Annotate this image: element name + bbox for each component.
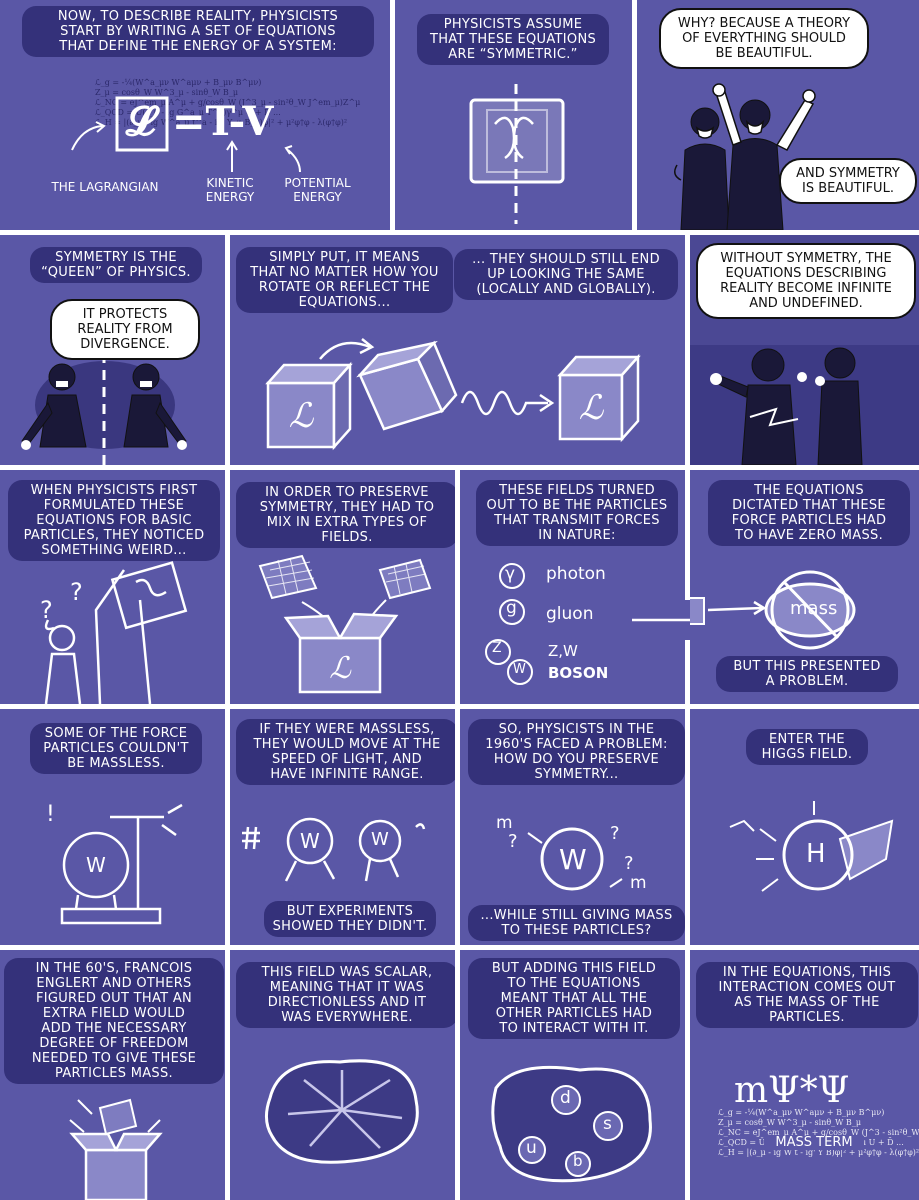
panel-18-caption: In the equations, this interaction comes…	[696, 962, 918, 1028]
lagrangian-arrow-box	[632, 618, 690, 622]
w-particle-center: W	[559, 843, 587, 876]
svg-text:?: ?	[610, 823, 620, 844]
gluon-label: gluon	[546, 604, 594, 624]
panel-englert: In the 60's, Francois Englert and others…	[0, 950, 225, 1200]
w-particle-running: W	[300, 829, 320, 853]
panel-queen-of-physics: Symmetry is the “queen” of physics. It p…	[0, 235, 225, 465]
svg-text:?: ?	[508, 831, 518, 852]
panel-10-caption-problem: But this presented a problem.	[716, 656, 898, 692]
photon-symbol: γ	[505, 564, 516, 584]
panel-symmetric: Physicists assume that these equations a…	[395, 0, 632, 230]
panel-beautiful: Why? Because a theory of everything shou…	[637, 0, 919, 230]
m-label-left: m	[496, 813, 513, 833]
svg-text:ℒ: ℒ	[329, 651, 352, 686]
background-equations-2: ℒ_g = -¼(W^a_μν W^aμν + B_μν B^μν) Z_μ =…	[718, 1108, 919, 1157]
symmetric-box-drawing	[469, 84, 565, 224]
svg-text:!: !	[46, 802, 55, 827]
gluon-symbol: g	[506, 598, 517, 618]
panel-1960s-problem: So, physicists in the 1960's faced a pro…	[460, 709, 685, 945]
panel-without-symmetry: Without symmetry, the equations describi…	[690, 235, 919, 465]
mass-term-label: Mass term	[764, 1136, 864, 1150]
panel-force-particles: These fields turned out to be the partic…	[460, 470, 685, 704]
zw-label: Z,W	[548, 642, 578, 660]
particle-s: s	[603, 1114, 612, 1134]
panel-something-weird: When physicists first formulated these e…	[0, 470, 225, 704]
box-of-fields-drawing: ℒ	[258, 554, 432, 694]
m-label-right: m	[630, 873, 647, 893]
panel-extra-fields: In order to preserve symmetry, they had …	[230, 470, 455, 704]
particle-b: b	[573, 1152, 583, 1170]
lagrangian-symbol: 𝓛	[126, 98, 156, 145]
svg-text:?: ?	[70, 578, 83, 606]
svg-text:ℒ: ℒ	[289, 396, 315, 436]
label-kinetic-energy: Kinetic energy	[205, 176, 255, 204]
speech-bubble-beautiful-theory: Why? Because a theory of everything shou…	[659, 8, 869, 69]
h-particle-label: H	[806, 839, 826, 869]
mass-label: mass	[790, 598, 838, 619]
higgs-hero-drawing	[729, 801, 894, 892]
panel-rotate-reflect: Simply put, it means that no matter how …	[230, 235, 685, 465]
z-boson-symbol: Z	[492, 640, 502, 656]
kinetic-minus-potential: =T-V	[172, 98, 274, 145]
particle-u: u	[526, 1138, 537, 1158]
label-potential-energy: Potential energy	[284, 176, 351, 204]
panel-not-massless: Some of the force particles couldn't be …	[0, 709, 225, 945]
w-particle-label: W	[86, 853, 106, 877]
particle-on-scale-drawing: !	[46, 802, 183, 925]
speech-bubble-infinite: Without symmetry, the equations describi…	[696, 243, 916, 319]
question-marks: ?	[40, 596, 53, 624]
puzzled-scientist-drawing: ? ?	[40, 561, 188, 704]
boson-label: BOSON	[548, 664, 609, 682]
w-boson-symbol: W	[513, 662, 526, 677]
svg-text:?: ?	[624, 853, 634, 874]
panel-interact: But adding this field to the equations m…	[460, 950, 685, 1200]
box-with-field-drawing	[69, 1098, 163, 1200]
panel-9-arrow-overlap	[632, 600, 690, 640]
panel-scalar-field: This field was scalar, meaning that it w…	[230, 950, 455, 1200]
rotating-cubes-drawing: ℒ ℒ	[265, 338, 641, 451]
svg-text:ℒ: ℒ	[579, 388, 605, 428]
panel-zero-mass: The equations dictated that these force …	[690, 470, 919, 704]
speech-bubble-divergence: It protects reality from divergence.	[50, 299, 200, 360]
panel-mass-term: In the equations, this interaction comes…	[690, 950, 919, 1200]
panel-higgs-field: Enter the Higgs field. H	[690, 709, 919, 945]
panel-massless-speed: If they were massless, they would move a…	[230, 709, 455, 945]
photon-label: photon	[546, 564, 606, 584]
particle-d: d	[560, 1088, 571, 1108]
w-particle-slow: W	[371, 829, 389, 850]
panel-12-caption-experiments: But experiments showed they didn't.	[264, 901, 436, 937]
label-lagrangian: The Lagrangian	[51, 180, 159, 194]
scalar-field-blob	[265, 1059, 419, 1164]
panel-lagrangian: ℒ_g = -¼(W^a_μν W^aμν + B_μν B^μν) Z_μ =…	[0, 0, 390, 230]
mass-term-expression: mΨ*Ψ	[734, 1070, 850, 1111]
panel-13-caption-mass: ...while still giving mass to these part…	[468, 905, 685, 941]
speech-bubble-symmetry-beautiful: And symmetry is beautiful.	[779, 158, 917, 204]
